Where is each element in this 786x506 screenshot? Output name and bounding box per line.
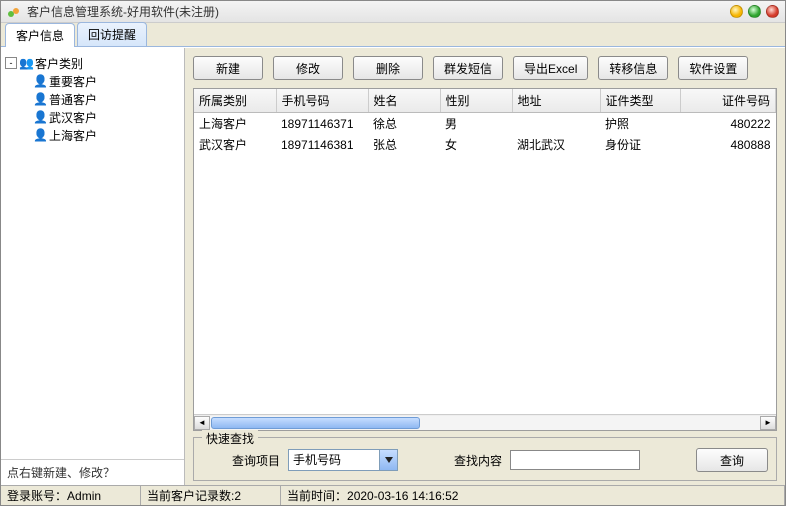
col-phone[interactable]: 手机号码 — [276, 89, 368, 113]
col-idtype[interactable]: 证件类型 — [600, 89, 680, 113]
settings-button[interactable]: 软件设置 — [678, 56, 748, 80]
status-time: 当前时间：2020-03-16 14:16:52 — [281, 486, 785, 505]
cell: 480222 — [680, 113, 776, 135]
left-panel: - 👥 客户类别 👤重要客户 👤普通客户 👤武汉客户 👤上海客户 点右键新建、修… — [1, 48, 185, 485]
cell: 男 — [440, 113, 512, 135]
app-window: 客户信息管理系统-好用软件(未注册) 客户信息 回访提醒 - 👥 客户类别 👤重… — [0, 0, 786, 506]
edit-button[interactable]: 修改 — [273, 56, 343, 80]
col-gender[interactable]: 性别 — [440, 89, 512, 113]
cell: 徐总 — [368, 113, 440, 135]
scroll-track[interactable] — [210, 416, 760, 430]
toolbar: 新建 修改 删除 群发短信 导出Excel 转移信息 软件设置 — [193, 56, 777, 80]
tab-customer-info[interactable]: 客户信息 — [5, 23, 75, 47]
tree-item-label: 重要客户 — [49, 73, 97, 90]
tree-root[interactable]: - 👥 客户类别 — [5, 54, 180, 72]
delete-button[interactable]: 删除 — [353, 56, 423, 80]
left-hint: 点右键新建、修改？ — [1, 459, 184, 485]
search-legend: 快速查找 — [202, 430, 258, 447]
tree-item-important[interactable]: 👤重要客户 — [5, 72, 180, 90]
collapse-icon[interactable]: - — [5, 57, 17, 69]
main-area: - 👥 客户类别 👤重要客户 👤普通客户 👤武汉客户 👤上海客户 点右键新建、修… — [1, 47, 785, 485]
minimize-button[interactable] — [730, 5, 743, 18]
cell: 女 — [440, 134, 512, 155]
table-header-row: 所属类别 手机号码 姓名 性别 地址 证件类型 证件号码 — [194, 89, 776, 113]
scroll-right-button[interactable]: ► — [760, 416, 776, 430]
export-button[interactable]: 导出Excel — [513, 56, 588, 80]
category-tree: - 👥 客户类别 👤重要客户 👤普通客户 👤武汉客户 👤上海客户 — [1, 48, 184, 459]
new-button[interactable]: 新建 — [193, 56, 263, 80]
cell: 480888 — [680, 134, 776, 155]
search-content-input[interactable] — [510, 450, 640, 470]
sms-button[interactable]: 群发短信 — [433, 56, 503, 80]
tree-item-label: 武汉客户 — [49, 109, 97, 126]
col-name[interactable]: 姓名 — [368, 89, 440, 113]
tab-followup[interactable]: 回访提醒 — [77, 22, 147, 46]
right-panel: 新建 修改 删除 群发短信 导出Excel 转移信息 软件设置 所属类别 手机号… — [185, 48, 785, 485]
scroll-thumb[interactable] — [211, 417, 420, 429]
col-idno[interactable]: 证件号码 — [680, 89, 776, 113]
cell: 张总 — [368, 134, 440, 155]
person-icon: 👤 — [33, 74, 47, 88]
search-button[interactable]: 查询 — [696, 448, 768, 472]
tab-bar: 客户信息 回访提醒 — [1, 23, 785, 47]
cell: 身份证 — [600, 134, 680, 155]
cell: 18971146381 — [276, 134, 368, 155]
window-controls — [730, 5, 779, 18]
cell: 湖北武汉 — [512, 134, 600, 155]
data-grid: 所属类别 手机号码 姓名 性别 地址 证件类型 证件号码 上海客户 189711… — [193, 88, 777, 431]
tree-item-label: 普通客户 — [49, 91, 97, 108]
tree-root-label: 客户类别 — [35, 55, 83, 72]
search-field-select-wrap: 手机号码 — [288, 449, 398, 471]
tree-item-shanghai[interactable]: 👤上海客户 — [5, 126, 180, 144]
tab-label: 客户信息 — [16, 29, 64, 43]
cell: 上海客户 — [194, 113, 276, 135]
tab-label: 回访提醒 — [88, 28, 136, 42]
search-content-label: 查找内容 — [454, 452, 502, 469]
col-category[interactable]: 所属类别 — [194, 89, 276, 113]
search-field-label: 查询项目 — [232, 452, 280, 469]
cell: 武汉客户 — [194, 134, 276, 155]
cell: 18971146371 — [276, 113, 368, 135]
person-icon: 👤 — [33, 110, 47, 124]
maximize-button[interactable] — [748, 5, 761, 18]
users-icon: 👥 — [19, 56, 33, 70]
tree-item-normal[interactable]: 👤普通客户 — [5, 90, 180, 108]
table-row[interactable]: 上海客户 18971146371 徐总 男 护照 480222 — [194, 113, 776, 135]
scroll-left-button[interactable]: ◄ — [194, 416, 210, 430]
transfer-button[interactable]: 转移信息 — [598, 56, 668, 80]
tree-item-wuhan[interactable]: 👤武汉客户 — [5, 108, 180, 126]
status-bar: 登录账号：Admin 当前客户记录数:2 当前时间：2020-03-16 14:… — [1, 485, 785, 505]
app-icon — [7, 5, 21, 19]
status-account: 登录账号：Admin — [1, 486, 141, 505]
search-field-select[interactable]: 手机号码 — [288, 449, 398, 471]
tree-item-label: 上海客户 — [49, 127, 97, 144]
customer-table[interactable]: 所属类别 手机号码 姓名 性别 地址 证件类型 证件号码 上海客户 189711… — [194, 89, 776, 155]
horizontal-scrollbar[interactable]: ◄ ► — [194, 414, 776, 430]
status-count: 当前客户记录数:2 — [141, 486, 281, 505]
table-row[interactable]: 武汉客户 18971146381 张总 女 湖北武汉 身份证 480888 — [194, 134, 776, 155]
close-button[interactable] — [766, 5, 779, 18]
cell: 护照 — [600, 113, 680, 135]
quick-search-group: 快速查找 查询项目 手机号码 查找内容 查询 — [193, 437, 777, 481]
person-icon: 👤 — [33, 92, 47, 106]
person-icon: 👤 — [33, 128, 47, 142]
titlebar: 客户信息管理系统-好用软件(未注册) — [1, 1, 785, 23]
window-title: 客户信息管理系统-好用软件(未注册) — [27, 3, 730, 20]
col-address[interactable]: 地址 — [512, 89, 600, 113]
cell — [512, 113, 600, 135]
